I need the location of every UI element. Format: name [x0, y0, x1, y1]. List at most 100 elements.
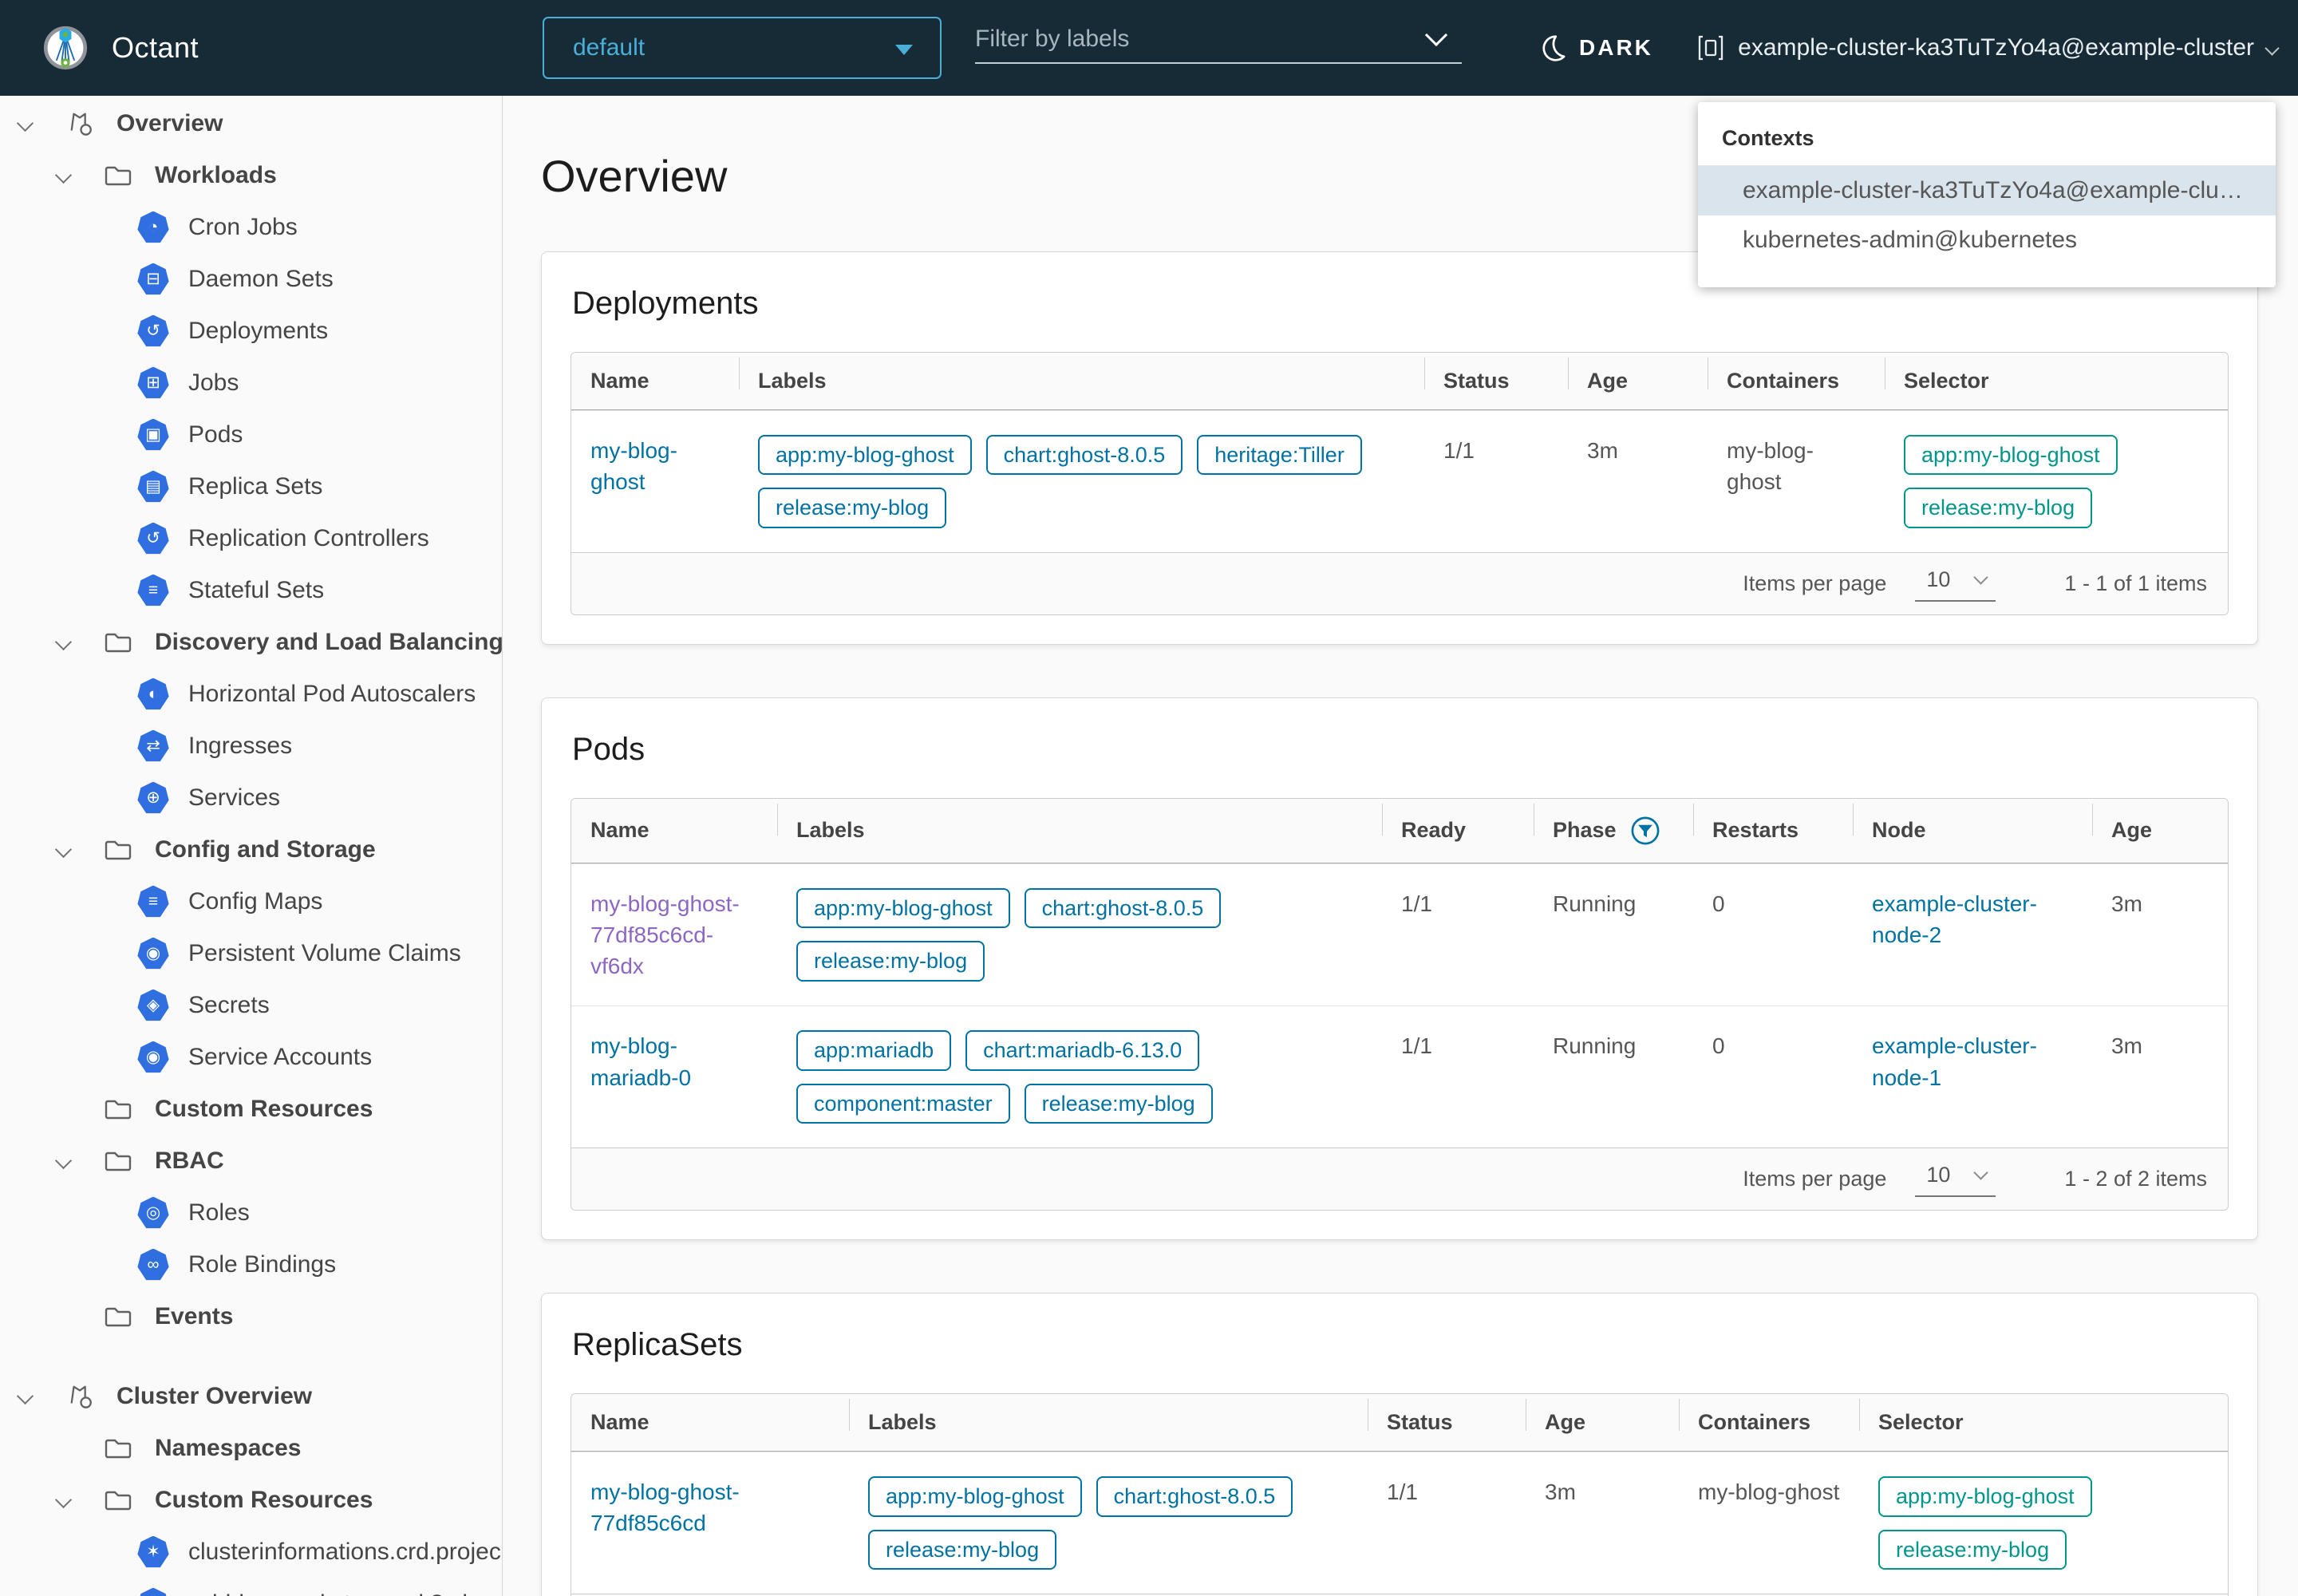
sidebar-item-clusterinformations[interactable]: ✶clusterinformations.crd.projec — [0, 1526, 502, 1578]
label-tags: app:mariadbchart:mariadb-6.13.0component… — [796, 1030, 1363, 1124]
selector-tags: app:my-blog-ghostrelease:my-blog — [1904, 435, 2209, 528]
phase-filter-icon[interactable] — [1629, 815, 1661, 847]
label-tag: release:my-blog — [796, 941, 985, 981]
cell-ready: 1/1 — [1382, 1006, 1534, 1148]
sidebar-item-label: Cron Jobs — [188, 214, 298, 241]
column-header-containers: Containers — [1679, 1394, 1859, 1451]
sidebar-item-cron-jobs[interactable]: ◔Cron Jobs — [0, 201, 502, 253]
app-header: Octant default DARK example-cluster-ka3T… — [0, 0, 2298, 96]
chevron-down-icon[interactable] — [17, 1388, 34, 1404]
sidebar-item-events[interactable]: Events — [0, 1290, 502, 1342]
sidebar-item-stateful-sets[interactable]: ≡Stateful Sets — [0, 564, 502, 616]
sidebar-item-csidrivers[interactable]: ✶csidrivers.csi.storage.k8s.io — [0, 1578, 502, 1596]
sidebar-item-label: Workloads — [155, 162, 277, 189]
cluster-icon — [1696, 34, 1725, 62]
chevron-down-icon[interactable] — [55, 167, 72, 184]
cell-status: 1/1 — [1368, 1452, 1526, 1594]
context-dropdown-button[interactable]: example-cluster-ka3TuTzYo4a@example-clus… — [1696, 0, 2277, 96]
table-header-row: NameLabelsReadyPhaseRestartsNodeAge — [571, 799, 2228, 863]
column-header-containers: Containers — [1708, 353, 1885, 409]
sidebar-item-services[interactable]: ⊕Services — [0, 772, 502, 824]
column-header-labels: Labels — [777, 799, 1382, 863]
sidebar-item-rbac[interactable]: RBAC — [0, 1135, 502, 1187]
chevron-down-icon[interactable] — [55, 841, 72, 858]
label-tags: app:my-blog-ghostchart:ghost-8.0.5releas… — [796, 888, 1363, 982]
my-blog-mariadb-0-link[interactable]: my-blog-mariadb-0 — [590, 1033, 691, 1089]
column-header-phase: Phase — [1534, 799, 1693, 863]
cell-restarts: 0 — [1693, 1006, 1853, 1148]
context-dropdown-label: example-cluster-ka3TuTzYo4a@example-clus… — [1738, 34, 2254, 61]
namespace-dropdown[interactable]: default — [543, 17, 942, 79]
persistent-volume-claims-icon: ◉ — [137, 938, 188, 970]
folder-icon — [104, 837, 155, 863]
sidebar-item-horizontal-pod-autoscalers[interactable]: ◐Horizontal Pod Autoscalers — [0, 668, 502, 720]
pagination-range: 1 - 1 of 1 items — [2064, 571, 2207, 596]
app-title: Octant — [112, 0, 199, 96]
sidebar-item-deployments[interactable]: ↺Deployments — [0, 305, 502, 357]
role-bindings-icon: ∞ — [137, 1249, 188, 1281]
sidebar-item-namespaces[interactable]: Namespaces — [0, 1422, 502, 1474]
roles-icon: ◎ — [137, 1197, 188, 1229]
secrets-icon: ◈ — [137, 990, 188, 1021]
sidebar-item-replication-controllers[interactable]: ↺Replication Controllers — [0, 512, 502, 564]
sidebar-item-roles[interactable]: ◎Roles — [0, 1187, 502, 1238]
column-header-label: Status — [1443, 369, 1510, 393]
my-blog-ghost-77df85c6cd-link[interactable]: my-blog-ghost-77df85c6cd — [590, 1479, 740, 1535]
items-per-page-select[interactable]: 10 — [1915, 566, 1996, 602]
sidebar-item-label: Persistent Volume Claims — [188, 940, 461, 967]
chevron-down-icon[interactable] — [55, 634, 72, 650]
table-row: my-blog-ghost app:my-blog-ghostchart:ghos… — [571, 410, 2228, 552]
sidebar-item-cluster-custom-resources[interactable]: Custom Resources — [0, 1474, 502, 1526]
caret-down-icon — [895, 45, 913, 55]
table-row: my-blog-ghost-77df85c6cd app:my-blog-ghos… — [571, 1452, 2228, 1594]
sidebar-item-overview[interactable]: Overview — [0, 97, 502, 149]
sidebar-item-label: Replication Controllers — [188, 525, 429, 552]
column-header-status: Status — [1368, 1394, 1526, 1451]
chevron-down-icon[interactable] — [55, 1491, 72, 1508]
sidebar-item-discovery-and-load-balancing[interactable]: Discovery and Load Balancing — [0, 616, 502, 668]
my-blog-ghost-77df85c6cd-vf6dx-link[interactable]: my-blog-ghost-77df85c6cd-vf6dx — [590, 891, 740, 978]
chevron-down-icon[interactable] — [17, 115, 34, 132]
sidebar-item-persistent-volume-claims[interactable]: ◉Persistent Volume Claims — [0, 927, 502, 979]
my-blog-ghost-link[interactable]: my-blog-ghost — [590, 438, 677, 494]
sidebar-item-jobs[interactable]: ⊞Jobs — [0, 357, 502, 409]
cell-labels: app:my-blog-ghostchart:ghost-8.0.5herita… — [739, 411, 1424, 552]
label-tag: chart:ghost-8.0.5 — [1096, 1476, 1293, 1516]
sidebar-item-pods[interactable]: ▣Pods — [0, 409, 502, 460]
sidebar-item-workloads[interactable]: Workloads — [0, 149, 502, 201]
sidebar-item-role-bindings[interactable]: ∞Role Bindings — [0, 1238, 502, 1290]
example-cluster-node-1-link[interactable]: example-cluster-node-1 — [1872, 1033, 2037, 1089]
example-cluster-node-2-link[interactable]: example-cluster-node-2 — [1872, 891, 2037, 947]
sidebar-item-config-and-storage[interactable]: Config and Storage — [0, 824, 502, 875]
service-accounts-icon: ◉ — [137, 1041, 188, 1073]
items-per-page-select[interactable]: 10 — [1915, 1161, 1996, 1197]
replication-controllers-icon: ↺ — [137, 523, 188, 555]
chevron-down-icon[interactable] — [1425, 24, 1447, 46]
sidebar-item-label: Replica Sets — [188, 473, 322, 500]
column-header-labels: Labels — [739, 353, 1424, 409]
label-tag: heritage:Tiller — [1197, 435, 1362, 475]
column-header-label: Name — [590, 369, 650, 393]
sidebar-item-replica-sets[interactable]: ▤Replica Sets — [0, 460, 502, 512]
label-tags: app:my-blog-ghostchart:ghost-8.0.5releas… — [868, 1476, 1348, 1570]
sidebar-item-secrets[interactable]: ◈Secrets — [0, 979, 502, 1031]
chevron-down-icon — [2264, 41, 2279, 55]
sidebar-item-service-accounts[interactable]: ◉Service Accounts — [0, 1031, 502, 1083]
context-menu-item[interactable]: kubernetes-admin@kubernetes — [1698, 215, 2276, 265]
chevron-down-icon[interactable] — [55, 1152, 72, 1169]
table-header-row: NameLabelsStatusAgeContainersSelector — [571, 1394, 2228, 1452]
context-menu-item[interactable]: example-cluster-ka3TuTzYo4a@example-clu… — [1698, 166, 2276, 215]
sidebar-item-cluster-overview[interactable]: Cluster Overview — [0, 1370, 502, 1422]
folder-icon — [104, 1304, 155, 1329]
stateful-sets-icon: ≡ — [137, 575, 188, 606]
sidebar-item-config-maps[interactable]: ≡Config Maps — [0, 875, 502, 927]
sidebar-item-ingresses[interactable]: ⇄Ingresses — [0, 720, 502, 772]
sidebar-item-daemon-sets[interactable]: ⊟Daemon Sets — [0, 253, 502, 305]
cell-name: my-blog-ghost — [571, 411, 739, 552]
sidebar-item-label: csidrivers.csi.storage.k8s.io — [188, 1590, 481, 1596]
contexts-menu-title: Contexts — [1698, 102, 2276, 166]
sidebar-item-label: Horizontal Pod Autoscalers — [188, 681, 476, 708]
theme-toggle-button[interactable]: DARK — [1537, 0, 1653, 96]
label-filter-input[interactable] — [975, 19, 1406, 59]
sidebar-item-custom-resources[interactable]: Custom Resources — [0, 1083, 502, 1135]
